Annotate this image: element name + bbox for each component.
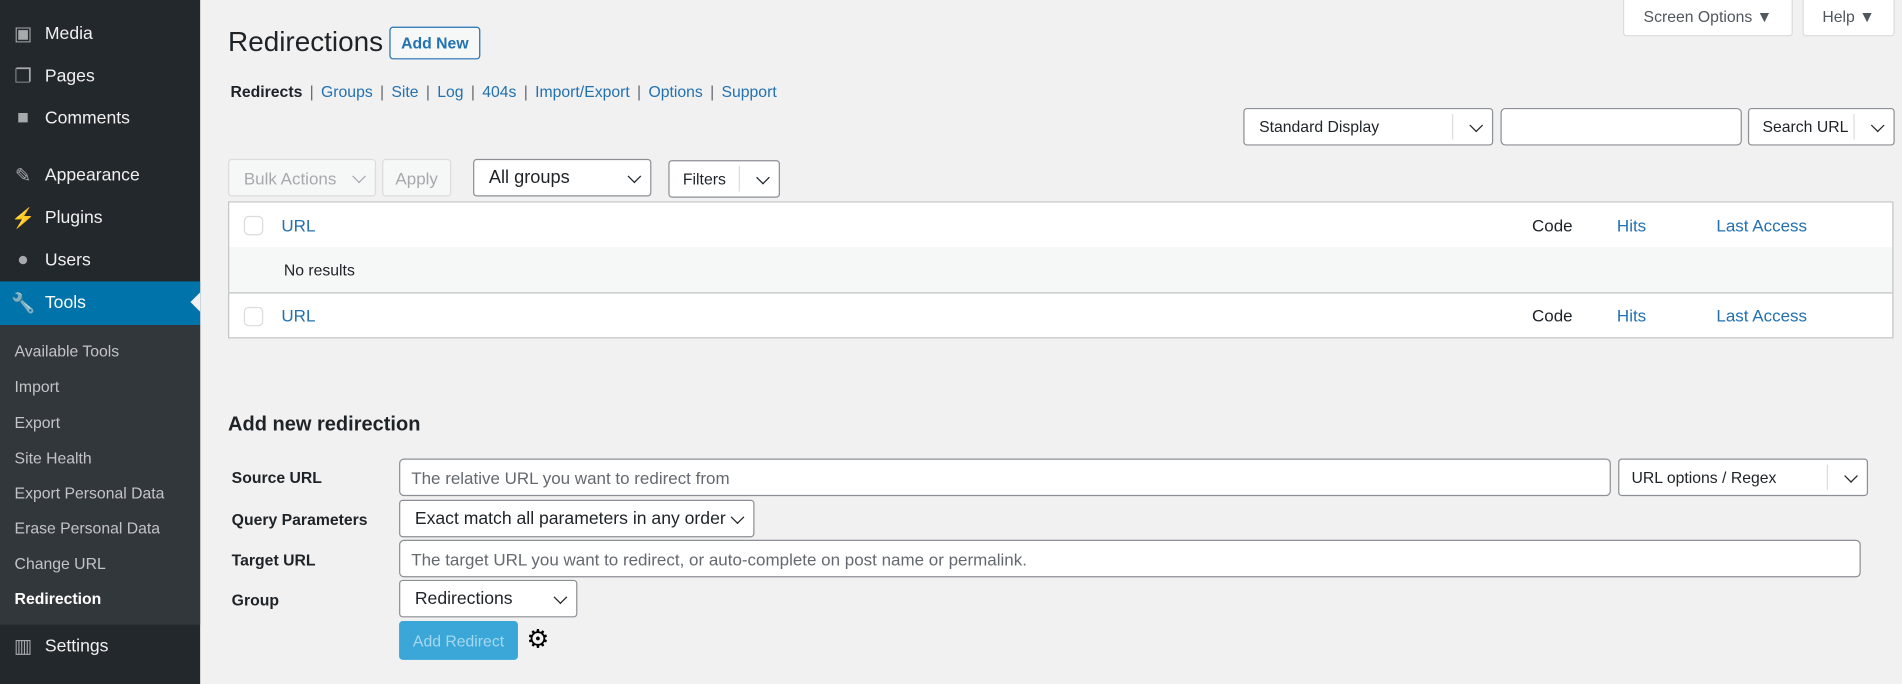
- query-parameters-label: Query Parameters: [231, 510, 368, 529]
- chevron-down-icon: [1469, 117, 1484, 132]
- chevron-down-icon: [756, 170, 770, 184]
- target-url-input[interactable]: The target URL you want to redirect, or …: [399, 539, 1861, 578]
- table-header: URL Code Hits Last Access: [228, 201, 1894, 249]
- sidebar-item-comments[interactable]: ■ Comments: [0, 97, 200, 139]
- subnav-separator: |: [470, 82, 475, 101]
- admin-sidebar: ▣ Media ❐ Pages ■ Comments ✎ Appearance ⚡ Plu…: [0, 0, 201, 684]
- submenu-site-health[interactable]: Site Health: [15, 449, 92, 467]
- bulk-actions-select[interactable]: Bulk Actions: [228, 158, 377, 197]
- column-hits[interactable]: Hits: [1617, 216, 1646, 235]
- subnav-separator: |: [710, 82, 715, 101]
- tools-icon: 🔧: [10, 293, 36, 315]
- source-url-input[interactable]: The relative URL you want to redirect fr…: [399, 458, 1611, 497]
- subnav-options[interactable]: Options: [648, 82, 702, 100]
- subnav-separator: |: [637, 82, 642, 101]
- no-results: No results: [283, 260, 355, 279]
- subnav-separator: |: [523, 82, 528, 101]
- select-all-checkbox[interactable]: [243, 215, 264, 236]
- tools-submenu: Available Tools Import Export Site Healt…: [0, 325, 201, 625]
- chevron-down-icon: [1870, 117, 1885, 132]
- table-footer: URL Code Hits Last Access: [228, 292, 1894, 339]
- column-url[interactable]: URL: [281, 306, 315, 325]
- screen-options-button[interactable]: Screen Options ▼: [1622, 0, 1793, 37]
- subnav-redirects[interactable]: Redirects: [230, 82, 302, 100]
- comments-icon: ■: [17, 107, 29, 128]
- subnav-groups[interactable]: Groups: [321, 82, 373, 100]
- subnav-separator: |: [425, 82, 430, 101]
- add-new-button[interactable]: Add New: [389, 26, 481, 60]
- apply-button[interactable]: Apply: [382, 158, 452, 197]
- subnav-separator: |: [380, 82, 385, 101]
- submenu-redirection[interactable]: Redirection: [15, 590, 102, 608]
- subnav: Redirects | Groups | Site | Log | 404s | Import/Ex…: [230, 82, 776, 100]
- page-title: Redirections: [228, 25, 384, 58]
- subnav-site[interactable]: Site: [391, 82, 418, 100]
- sidebar-item-tools[interactable]: 🔧 Tools: [0, 281, 201, 326]
- groups-select[interactable]: All groups: [473, 158, 652, 197]
- form-heading: Add new redirection: [228, 413, 421, 436]
- media-icon: ▣: [13, 23, 33, 45]
- chevron-down-icon: [352, 168, 366, 183]
- table-row: No results: [228, 247, 1894, 294]
- sidebar-item-appearance[interactable]: ✎ Appearance: [0, 154, 200, 196]
- submenu-available-tools[interactable]: Available Tools: [15, 342, 120, 360]
- display-select[interactable]: Standard Display: [1243, 107, 1494, 146]
- submenu-import[interactable]: Import: [15, 377, 60, 395]
- subnav-log[interactable]: Log: [437, 82, 463, 100]
- source-url-label: Source URL: [231, 468, 322, 487]
- settings-icon: ▥: [13, 636, 33, 657]
- add-redirect-button[interactable]: Add Redirect: [399, 621, 518, 660]
- sidebar-item-users[interactable]: ● Users: [0, 239, 200, 281]
- query-parameters-select[interactable]: Exact match all parameters in any order: [399, 499, 755, 538]
- column-code: Code: [1532, 305, 1573, 326]
- column-last-access[interactable]: Last Access: [1716, 306, 1807, 325]
- submenu-export-personal-data[interactable]: Export Personal Data: [15, 484, 165, 502]
- search-type-select[interactable]: Search URL: [1747, 107, 1895, 146]
- column-hits[interactable]: Hits: [1617, 306, 1646, 325]
- chevron-down-icon: [627, 168, 642, 183]
- group-select[interactable]: Redirections: [399, 579, 578, 618]
- sidebar-item-settings[interactable]: ▥ Settings: [0, 625, 200, 667]
- column-code: Code: [1532, 215, 1573, 236]
- sidebar-item-media[interactable]: ▣ Media: [0, 12, 200, 54]
- submenu-change-url[interactable]: Change URL: [15, 554, 106, 572]
- select-all-checkbox[interactable]: [243, 306, 264, 327]
- plugins-icon: ⚡: [10, 208, 36, 229]
- subnav-support[interactable]: Support: [721, 82, 776, 100]
- group-label: Group: [231, 590, 279, 609]
- chevron-down-icon: [730, 509, 745, 524]
- search-input[interactable]: [1500, 107, 1742, 146]
- target-url-label: Target URL: [231, 550, 316, 569]
- gear-icon[interactable]: ⚙: [526, 625, 549, 655]
- sidebar-item-plugins[interactable]: ⚡ Plugins: [0, 197, 200, 239]
- subnav-404s[interactable]: 404s: [482, 82, 516, 100]
- subnav-import-export[interactable]: Import/Export: [535, 82, 630, 100]
- submenu-erase-personal-data[interactable]: Erase Personal Data: [15, 519, 161, 537]
- users-icon: ●: [17, 249, 29, 270]
- appearance-icon: ✎: [14, 165, 32, 187]
- sidebar-item-pages[interactable]: ❐ Pages: [0, 55, 200, 97]
- chevron-down-icon: [1844, 468, 1858, 483]
- column-url[interactable]: URL: [281, 216, 315, 235]
- subnav-separator: |: [309, 82, 314, 101]
- column-last-access[interactable]: Last Access: [1716, 216, 1807, 235]
- pages-icon: ❐: [14, 66, 32, 87]
- url-options-select[interactable]: URL options / Regex: [1618, 458, 1869, 497]
- submenu-export[interactable]: Export: [15, 414, 61, 432]
- chevron-down-icon: [553, 589, 568, 604]
- help-button[interactable]: Help ▼: [1802, 0, 1895, 37]
- filters-select[interactable]: Filters: [668, 160, 780, 198]
